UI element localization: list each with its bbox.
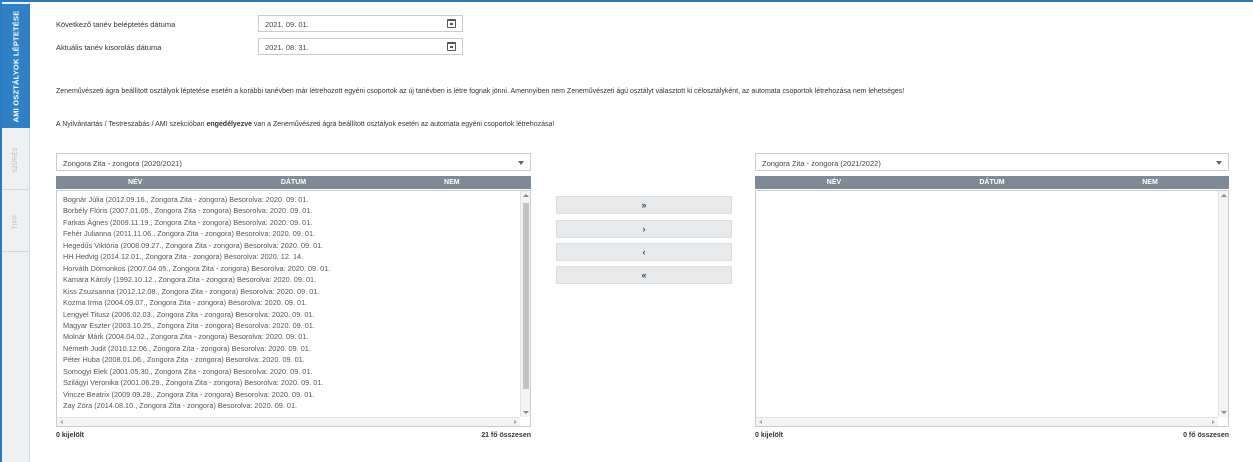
vertical-tab-bar: AMI OSZTÁLYOK LÉPTETÉSE SZŰRÉS TIPP: [2, 2, 30, 462]
column-header-name[interactable]: NÉV: [56, 176, 214, 189]
select-value: Zongora Zita - zongora (2021/2022): [762, 159, 881, 168]
info-text-emphasis: engedélyezve: [206, 121, 252, 128]
vertical-scrollbar[interactable]: [520, 191, 530, 417]
date-value: 2021. 09. 01.: [265, 20, 309, 29]
current-year-date-label: Aktuális tanév kisorolás dátuma: [56, 43, 162, 52]
list-item[interactable]: Kamara Károly (1992.10.12., Zongora Zita…: [63, 274, 518, 285]
list-item[interactable]: Fehér Julianna (2011.11.06., Zongora Zit…: [63, 228, 518, 239]
info-text-auto-groups: A Nyilvántartás / Testreszabás / AMI sze…: [56, 121, 554, 128]
source-student-list[interactable]: Bognár Júlia (2012.09.16., Zongora Zita …: [56, 190, 531, 427]
source-class-select[interactable]: Zongora Zita - zongora (2020/2021): [56, 153, 531, 171]
target-grid-header: NÉV DÁTUM NEM: [755, 176, 1229, 189]
list-item[interactable]: Somogyi Elek (2001.05.30., Zongora Zita …: [63, 366, 518, 377]
target-student-list[interactable]: [755, 190, 1229, 427]
info-text-part: van a Zeneművészeti ágra beállított oszt…: [251, 121, 555, 128]
scroll-up-icon[interactable]: [523, 194, 529, 197]
current-year-date-input[interactable]: 2021. 08. 31.: [258, 38, 463, 55]
select-value: Zongora Zita - zongora (2020/2021): [63, 159, 182, 168]
horizontal-scrollbar[interactable]: [756, 417, 1218, 426]
scroll-left-icon[interactable]: [759, 420, 762, 424]
tab-label: TIPP: [12, 214, 19, 229]
calendar-icon[interactable]: [447, 19, 456, 28]
chevron-down-icon[interactable]: [518, 161, 524, 165]
horizontal-scrollbar[interactable]: [57, 417, 520, 426]
move-left-button[interactable]: ‹: [556, 243, 732, 261]
list-rows: Bognár Júlia (2012.09.16., Zongora Zita …: [63, 194, 518, 412]
list-item[interactable]: Zay Zóra (2014.08.10., Zongora Zita - zo…: [63, 400, 518, 411]
tab-ami-osztalyok-leptetese[interactable]: AMI OSZTÁLYOK LÉPTETÉSE: [2, 4, 30, 128]
column-header-gender[interactable]: NEM: [373, 176, 531, 189]
list-item[interactable]: Lengyel Titusz (2006.02.03., Zongora Zit…: [63, 309, 518, 320]
list-item[interactable]: Kozma Irma (2004.09.07., Zongora Zita - …: [63, 297, 518, 308]
next-year-date-label: Következő tanév beléptetés dátuma: [56, 20, 176, 29]
move-all-right-button[interactable]: »: [556, 196, 732, 214]
scroll-down-icon[interactable]: [523, 411, 529, 414]
target-total-count: 0 fő összesen: [1183, 432, 1229, 439]
main-content: Következő tanév beléptetés dátuma 2021. …: [30, 2, 1253, 462]
list-item[interactable]: Vincze Beatrix (2009.09.28., Zongora Zit…: [63, 389, 518, 400]
list-item[interactable]: Molnár Márk (2004.04.02., Zongora Zita -…: [63, 331, 518, 342]
chevron-down-icon[interactable]: [1216, 161, 1222, 165]
target-class-select[interactable]: Zongora Zita - zongora (2021/2022): [755, 153, 1229, 171]
tab-szures[interactable]: SZŰRÉS: [2, 130, 30, 190]
scroll-right-icon[interactable]: [514, 420, 517, 424]
next-year-date-input[interactable]: 2021. 09. 01.: [258, 15, 463, 32]
list-item[interactable]: Horváth Domonkos (2007.04.05., Zongora Z…: [63, 263, 518, 274]
scroll-down-icon[interactable]: [1221, 411, 1227, 414]
column-header-date[interactable]: DÁTUM: [913, 176, 1071, 189]
list-item[interactable]: Magyar Eszter (2003.10.25., Zongora Zita…: [63, 320, 518, 331]
scroll-right-icon[interactable]: [1212, 420, 1215, 424]
move-right-button[interactable]: ›: [556, 220, 732, 238]
list-item[interactable]: Bognár Júlia (2012.09.16., Zongora Zita …: [63, 194, 518, 205]
tab-label: SZŰRÉS: [12, 146, 19, 173]
date-value: 2021. 08. 31.: [265, 43, 309, 52]
info-text-music-branch: Zeneművészeti ágra beállított osztályok …: [56, 88, 905, 95]
move-all-left-button[interactable]: «: [556, 266, 732, 284]
scroll-up-icon[interactable]: [1221, 194, 1227, 197]
source-grid-header: NÉV DÁTUM NEM: [56, 176, 531, 189]
vertical-scrollbar[interactable]: [1218, 191, 1228, 417]
tab-tipp[interactable]: TIPP: [2, 192, 30, 252]
list-item[interactable]: Kiss Zsuzsanna (2012.12.08., Zongora Zit…: [63, 286, 518, 297]
scrollbar-thumb[interactable]: [523, 203, 529, 389]
scroll-left-icon[interactable]: [60, 420, 63, 424]
list-item[interactable]: Németh Judit (2010.12.06., Zongora Zita …: [63, 343, 518, 354]
tab-label: AMI OSZTÁLYOK LÉPTETÉSE: [11, 10, 21, 122]
source-total-count: 21 fő összesen: [481, 432, 531, 439]
list-item[interactable]: Borbély Flóris (2007.01.05., Zongora Zit…: [63, 205, 518, 216]
column-header-gender[interactable]: NEM: [1071, 176, 1229, 189]
list-item[interactable]: Szilágyi Veronika (2001.06.29., Zongora …: [63, 377, 518, 388]
list-item[interactable]: Hegedűs Viktória (2008.09.27., Zongora Z…: [63, 240, 518, 251]
list-item[interactable]: Farkas Ágnes (2009.11.19., Zongora Zita …: [63, 217, 518, 228]
column-header-name[interactable]: NÉV: [755, 176, 913, 189]
column-header-date[interactable]: DÁTUM: [214, 176, 372, 189]
list-item[interactable]: Péter Huba (2008.01.06., Zongora Zita - …: [63, 354, 518, 365]
info-text-part: A Nyilvántartás / Testreszabás / AMI sze…: [56, 121, 207, 128]
calendar-icon[interactable]: [447, 42, 456, 51]
list-item[interactable]: HH Hedvig (2014.12.01., Zongora Zita - z…: [63, 251, 518, 262]
